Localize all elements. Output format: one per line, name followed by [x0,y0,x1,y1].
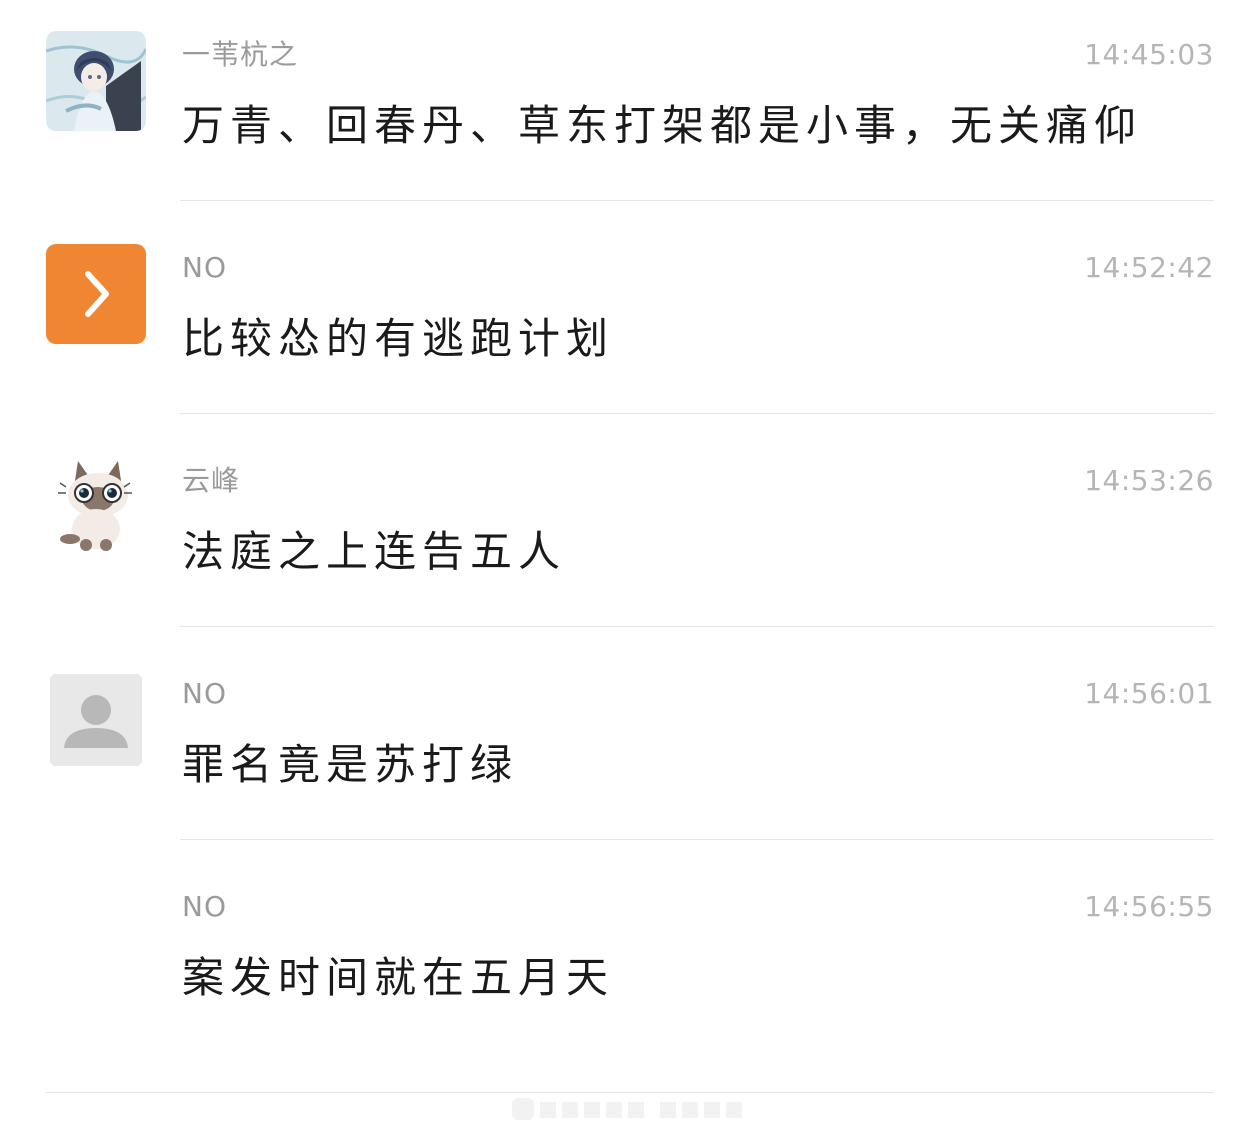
sender-name[interactable]: NO [182,890,227,924]
divider [180,839,1214,840]
bottom-divider [46,1092,1214,1093]
chat-message: 一苇杭之 14:45:03 万青、回春丹、草东打架都是小事，无关痛仰 [0,0,1260,213]
divider [180,413,1214,414]
sender-name[interactable]: NO [182,251,227,285]
chat-message: NO 14:56:55 案发时间就在五月天 [0,852,1260,1065]
message-timestamp: 14:53:26 [1084,464,1214,497]
divider [180,626,1214,627]
message-text: 罪名竟是苏打绿 [182,740,519,789]
chat-message: NO 14:52:42 比较怂的有逃跑计划 [0,213,1260,426]
sender-name[interactable]: 一苇杭之 [182,38,298,72]
message-timestamp: 14:45:03 [1084,38,1214,71]
message-timestamp: 14:52:42 [1084,251,1214,284]
sender-name[interactable]: NO [182,677,227,711]
message-timestamp: 14:56:01 [1084,677,1214,710]
orange-chevron-avatar[interactable] [46,244,146,344]
anime-character-avatar[interactable] [46,31,146,131]
message-text: 案发时间就在五月天 [182,953,615,1002]
message-timestamp: 14:56:55 [1084,890,1214,923]
message-text: 法庭之上连告五人 [182,527,567,576]
divider [180,200,1214,201]
siamese-cat-avatar[interactable] [46,457,146,557]
sender-name[interactable]: 云峰 [182,464,240,498]
chat-message: NO 14:56:01 罪名竟是苏打绿 [0,639,1260,852]
default-person-avatar[interactable] [50,674,142,766]
chat-message-list: 一苇杭之 14:45:03 万青、回春丹、草东打架都是小事，无关痛仰 NO 14… [0,0,1260,1065]
message-text: 比较怂的有逃跑计划 [182,314,615,363]
chat-message: 云峰 14:53:26 法庭之上连告五人 [0,426,1260,639]
message-text: 万青、回春丹、草东打架都是小事，无关痛仰 [182,101,1143,150]
watermark-logo [512,1098,742,1120]
